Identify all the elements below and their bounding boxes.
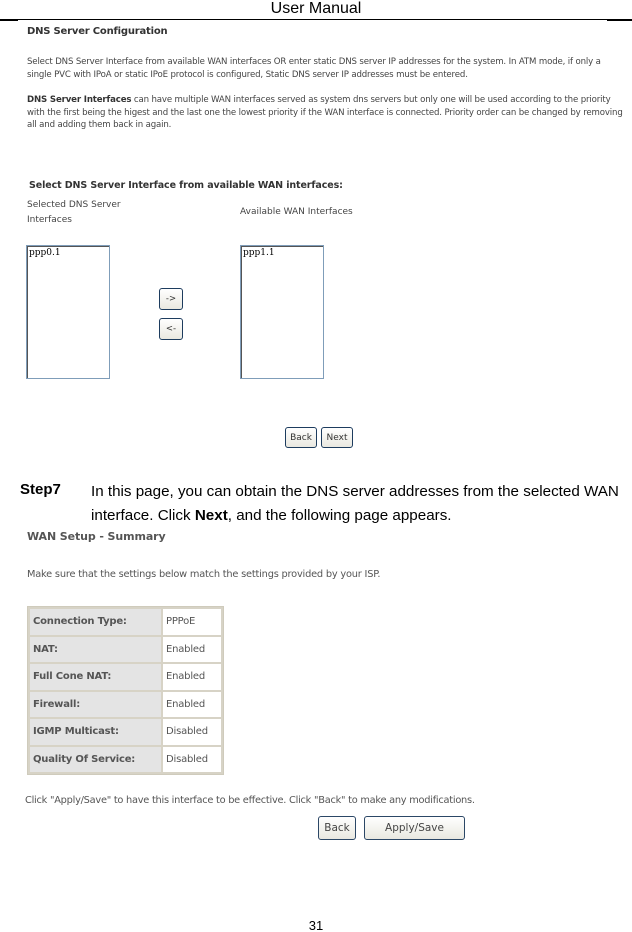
row-key: Connection Type:: [30, 609, 161, 635]
selected-interfaces-listbox[interactable]: ppp0.1: [26, 245, 110, 379]
table-row: IGMP Multicast: Disabled: [30, 719, 221, 745]
row-key: Quality Of Service:: [30, 746, 161, 772]
page-number: 31: [308, 918, 324, 932]
dns-interfaces-term: DNS Server Interfaces: [27, 95, 132, 105]
table-row: Firewall: Enabled: [30, 691, 221, 717]
row-value: Enabled: [163, 664, 221, 690]
step-text-after: , and the following page appears.: [227, 507, 452, 524]
step-label: Step7: [20, 481, 61, 498]
row-key: Full Cone NAT:: [30, 664, 161, 690]
step-description: In this page, you can obtain the DNS ser…: [91, 480, 632, 528]
remove-interface-button[interactable]: <-: [159, 318, 183, 340]
selected-interfaces-label: Selected DNS Server Interfaces: [27, 200, 121, 225]
available-interfaces-listbox[interactable]: ppp1.1: [240, 245, 324, 379]
apply-instructions: Click "Apply/Save" to have this interfac…: [25, 795, 475, 806]
wan-summary-screenshot: WAN Setup - Summary Make sure that the s…: [20, 525, 610, 850]
select-interface-heading: Select DNS Server Interface from availab…: [29, 180, 343, 191]
add-interface-button[interactable]: ->: [159, 288, 183, 310]
available-interface-option[interactable]: ppp1.1: [243, 248, 321, 258]
row-key: IGMP Multicast:: [30, 719, 161, 745]
header-rule-right-accent: [607, 19, 632, 21]
dns-config-intro: Select DNS Server Interface from availab…: [27, 57, 601, 80]
row-value: Enabled: [163, 691, 221, 717]
dns-config-title: DNS Server Configuration: [27, 26, 168, 37]
header-rule: [0, 19, 632, 20]
table-row: Full Cone NAT: Enabled: [30, 664, 221, 690]
table-row: NAT: Enabled: [30, 636, 221, 662]
dns-config-screenshot: DNS Server Configuration Select DNS Serv…: [20, 22, 630, 454]
row-value: PPPoE: [163, 609, 221, 635]
row-key: NAT:: [30, 636, 161, 662]
row-value: Enabled: [163, 636, 221, 662]
table-row: Quality Of Service: Disabled: [30, 746, 221, 772]
table-row: Connection Type: PPPoE: [30, 609, 221, 635]
wan-summary-title: WAN Setup - Summary: [27, 530, 166, 543]
next-button[interactable]: Next: [321, 427, 353, 448]
header-rule-left-accent: [0, 19, 18, 21]
header-title: User Manual: [270, 0, 362, 17]
available-interfaces-label: Available WAN Interfaces: [240, 207, 353, 217]
wan-summary-table: Connection Type: PPPoE NAT: Enabled Full…: [27, 606, 224, 775]
back-button[interactable]: Back: [285, 427, 317, 448]
apply-save-button[interactable]: Apply/Save: [364, 816, 465, 840]
summary-back-button[interactable]: Back: [318, 816, 356, 840]
row-key: Firewall:: [30, 691, 161, 717]
row-value: Disabled: [163, 746, 221, 772]
selected-interface-option[interactable]: ppp0.1: [29, 248, 107, 258]
row-value: Disabled: [163, 719, 221, 745]
step-text-bold: Next: [194, 507, 228, 524]
dns-config-interfaces-note: DNS Server Interfaces can have multiple …: [27, 94, 627, 132]
wan-summary-description: Make sure that the settings below match …: [27, 569, 381, 580]
